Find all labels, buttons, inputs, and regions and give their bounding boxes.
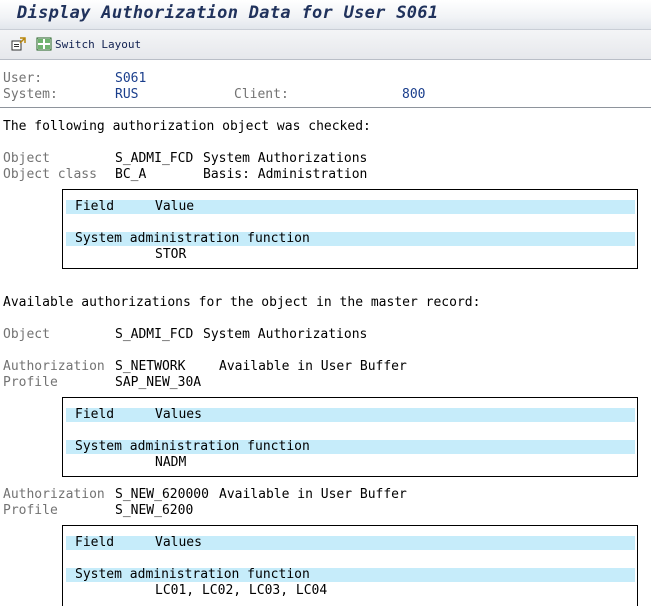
authorization-label: Authorization [3, 359, 105, 374]
title-bar: Display Authorization Data for User S061 [0, 0, 651, 30]
profile-label: Profile [3, 375, 58, 390]
table-header-row: Field Value [66, 199, 635, 214]
table-row: System administration function [66, 439, 635, 454]
system-label: System: [3, 87, 58, 102]
auth-field-table-1: Field Values System administration funct… [62, 397, 638, 477]
checked-object-label: Object [3, 151, 50, 166]
checked-field-table: Field Value System administration functi… [62, 189, 638, 269]
header-separator [0, 107, 651, 108]
col-value-header: Value [155, 199, 195, 214]
table-header-row: Field Values [66, 535, 635, 550]
checked-class-label: Object class [3, 167, 97, 182]
display-change-icon[interactable] [11, 36, 27, 56]
table-row: System administration function [66, 567, 635, 582]
switch-layout-button[interactable]: Switch Layout [36, 36, 141, 52]
field-value: STOR [155, 247, 187, 262]
user-label: User: [3, 71, 43, 86]
field-name: System administration function [75, 439, 310, 454]
available-object-desc: System Authorizations [203, 327, 368, 342]
available-object-label: Object [3, 327, 50, 342]
checked-class-desc: Basis: Administration [203, 167, 368, 182]
authorization-status: Available in User Buffer [219, 359, 407, 374]
profile-value: S_NEW_6200 [115, 503, 194, 518]
authorization-value: S_NETWORK [115, 359, 186, 374]
checked-object-value: S_ADMI_FCD [115, 151, 194, 166]
field-values: LC01, LC02, LC03, LC04 [155, 583, 328, 598]
authorization-value: S_NEW_620000 [115, 487, 209, 502]
col-field-header: Field [75, 535, 115, 550]
table-header-row: Field Values [66, 407, 635, 422]
checked-intro: The following authorization object was c… [3, 119, 371, 134]
col-field-header: Field [75, 407, 115, 422]
available-intro: Available authorizations for the object … [3, 295, 481, 310]
field-name: System administration function [75, 567, 310, 582]
user-value: S061 [115, 71, 147, 86]
system-value: RUS [115, 87, 139, 102]
col-values-header: Values [155, 535, 202, 550]
application-toolbar: Switch Layout [0, 30, 651, 60]
checked-object-desc: System Authorizations [203, 151, 368, 166]
col-values-header: Values [155, 407, 202, 422]
auth-field-table-2: Field Values System administration funct… [62, 525, 638, 606]
table-row: System administration function [66, 231, 635, 246]
switch-layout-label: Switch Layout [55, 37, 142, 51]
field-values: NADM [155, 455, 187, 470]
checked-class-value: BC_A [115, 167, 147, 182]
available-object-value: S_ADMI_FCD [115, 327, 194, 342]
layout-grid-icon [36, 37, 52, 51]
client-value: 800 [402, 87, 426, 102]
field-name: System administration function [75, 231, 310, 246]
profile-value: SAP_NEW_30A [115, 375, 202, 390]
col-field-header: Field [75, 199, 115, 214]
authorization-status: Available in User Buffer [219, 487, 407, 502]
window-title: Display Authorization Data for User S061 [17, 3, 439, 23]
profile-label: Profile [3, 503, 58, 518]
client-label: Client: [234, 87, 289, 102]
authorization-label: Authorization [3, 487, 105, 502]
